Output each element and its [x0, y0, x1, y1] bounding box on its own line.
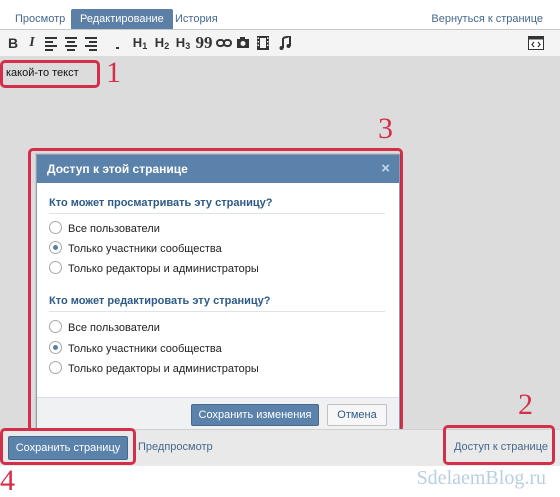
radio-edit-members[interactable]	[49, 341, 62, 354]
option-label: Только редакторы и администраторы	[68, 263, 259, 275]
dialog-header: Доступ к этой странице ×	[37, 155, 399, 183]
edit-option-all-users[interactable]: Все пользователи	[49, 320, 160, 334]
tab-edit[interactable]: Редактирование	[71, 9, 173, 29]
bold-button[interactable]: B	[6, 34, 20, 52]
heading1-label: H	[132, 35, 143, 50]
list-icon[interactable]	[110, 34, 124, 103]
divider	[49, 213, 385, 214]
view-option-all-users[interactable]: Все пользователи	[49, 221, 160, 235]
heading1-button[interactable]: H1	[130, 34, 150, 52]
heading2-label: H	[154, 35, 165, 50]
heading1-level: 1	[142, 41, 148, 51]
annotation-box-2	[443, 425, 555, 465]
radio-edit-editors[interactable]	[49, 361, 62, 374]
annotation-number-3: 3	[378, 112, 393, 145]
edit-option-members[interactable]: Только участники сообщества	[49, 341, 222, 355]
close-icon[interactable]: ×	[381, 155, 390, 183]
tab-history[interactable]: История	[166, 9, 227, 29]
source-icon[interactable]	[527, 34, 545, 52]
heading3-button[interactable]: H3	[173, 34, 193, 52]
align-center-icon[interactable]	[64, 34, 78, 52]
radio-view-editors[interactable]	[49, 261, 62, 274]
annotation-number-1: 1	[106, 56, 121, 89]
annotation-number-2: 2	[518, 388, 533, 421]
dialog-title: Доступ к этой странице	[47, 162, 188, 176]
heading2-button[interactable]: H2	[152, 34, 172, 52]
tab-view[interactable]: Просмотр	[6, 9, 74, 29]
save-changes-button[interactable]: Сохранить изменения	[191, 404, 319, 426]
annotation-number-4: 4	[0, 464, 15, 497]
align-left-icon[interactable]	[44, 34, 58, 52]
tab-bar: Просмотр Редактирование История Вернутьс…	[0, 0, 560, 30]
watermark: SdelaemBlog.ru	[416, 467, 546, 489]
option-label: Только редакторы и администраторы	[68, 363, 259, 375]
radio-view-members[interactable]	[49, 241, 62, 254]
annotation-box-4	[0, 428, 136, 465]
divider	[49, 311, 385, 312]
align-right-icon[interactable]	[84, 34, 98, 52]
dialog-footer: Сохранить изменения Отмена	[37, 397, 399, 430]
view-option-members[interactable]: Только участники сообщества	[49, 241, 222, 255]
audio-icon[interactable]	[278, 34, 292, 52]
annotation-box-1	[0, 60, 100, 88]
heading3-label: H	[175, 35, 186, 50]
edit-permission-question: Кто может редактировать эту страницу?	[49, 295, 271, 307]
italic-button[interactable]: I	[26, 34, 38, 52]
preview-link[interactable]: Предпросмотр	[138, 441, 213, 453]
option-label: Только участники сообщества	[68, 343, 222, 355]
view-permission-question: Кто может просматривать эту страницу?	[49, 197, 273, 209]
heading3-level: 3	[185, 41, 191, 51]
video-icon[interactable]	[256, 34, 270, 52]
option-label: Все пользователи	[68, 223, 160, 235]
option-label: Все пользователи	[68, 322, 160, 334]
back-to-page-link[interactable]: Вернуться к странице	[422, 9, 552, 29]
editor-toolbar: B I H1 H2 H3 99	[0, 30, 560, 103]
page-access-dialog: Доступ к этой странице × Кто может просм…	[36, 154, 400, 431]
radio-edit-all[interactable]	[49, 320, 62, 333]
edit-option-editors[interactable]: Только редакторы и администраторы	[49, 361, 259, 375]
photo-icon[interactable]	[236, 34, 250, 52]
option-label: Только участники сообщества	[68, 243, 222, 255]
link-icon[interactable]	[216, 34, 232, 52]
radio-view-all[interactable]	[49, 221, 62, 234]
cancel-button[interactable]: Отмена	[327, 404, 387, 426]
view-option-editors[interactable]: Только редакторы и администраторы	[49, 261, 259, 275]
quote-button[interactable]: 99	[195, 34, 213, 52]
heading2-level: 2	[164, 41, 170, 51]
